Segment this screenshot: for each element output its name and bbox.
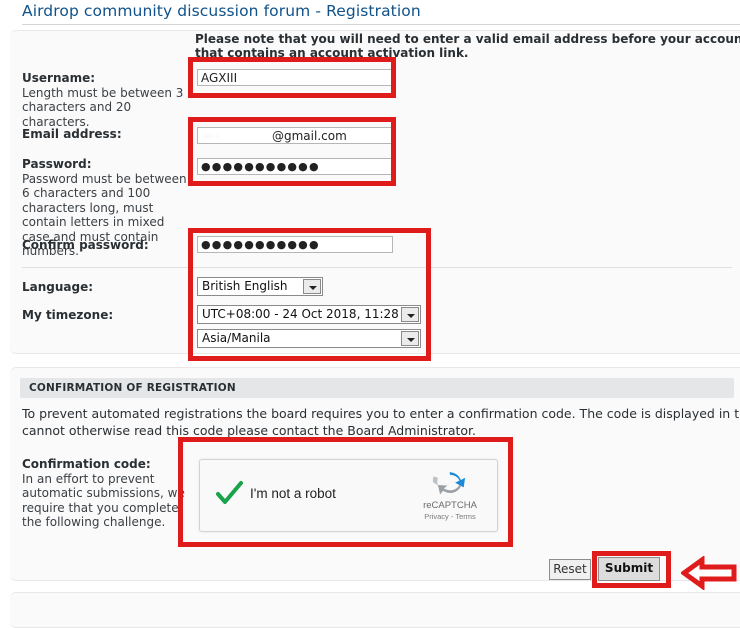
confirm-password-label-block: Confirm password: xyxy=(22,238,190,253)
timezone-label: My timezone: xyxy=(22,308,114,322)
recaptcha-branding: reCAPTCHA Privacy - Terms xyxy=(413,468,487,522)
confirmation-intro-text: To prevent automated registrations the b… xyxy=(22,405,740,439)
username-label: Username: xyxy=(22,71,96,85)
email-label-block: Email address: xyxy=(22,127,190,142)
timezone-offset-select-wrap: UTC+08:00 - 24 Oct 2018, 11:28 xyxy=(197,305,421,324)
recaptcha-label: I'm not a robot xyxy=(250,486,336,501)
username-input-wrap xyxy=(197,69,393,86)
submit-button[interactable]: Submit xyxy=(598,557,660,581)
password-input[interactable] xyxy=(197,158,393,175)
confirmation-intro-line-1: To prevent automated registrations the b… xyxy=(22,406,740,421)
password-label: Password: xyxy=(22,157,92,171)
recaptcha-checkbox-checked-icon[interactable] xyxy=(214,479,244,509)
page-title-wrap: Airdrop community discussion forum - Reg… xyxy=(22,1,740,21)
timezone-name-select[interactable]: Asia/Manila xyxy=(197,329,421,348)
recaptcha-legal-links[interactable]: Privacy - Terms xyxy=(413,512,487,522)
timezone-offset-value: UTC+08:00 - 24 Oct 2018, 11:28 xyxy=(202,307,399,321)
email-local-part-redacted: ··· · xyxy=(203,130,265,143)
fields-divider xyxy=(22,267,732,268)
footer-panel xyxy=(10,592,740,628)
chevron-down-icon xyxy=(401,331,419,346)
email-domain-part: @gmail.com xyxy=(272,129,347,143)
confirmation-code-description: In an effort to prevent automatic submis… xyxy=(22,471,185,530)
username-label-block: Username: Length must be between 3 chara… xyxy=(22,71,190,129)
timezone-label-block: My timezone: xyxy=(22,308,190,323)
chevron-down-icon xyxy=(303,279,321,294)
email-input-wrap: ··· · @gmail.com xyxy=(197,127,393,144)
recaptcha-logo-icon xyxy=(413,468,487,500)
notice-line-2: that contains an account activation link… xyxy=(195,46,469,60)
email-validation-notice: Please note that you will need to enter … xyxy=(195,32,740,60)
title-divider xyxy=(22,24,740,25)
language-select-wrap: British English xyxy=(197,277,323,296)
confirm-password-input[interactable] xyxy=(197,236,393,253)
username-input[interactable] xyxy=(197,69,393,86)
username-description: Length must be between 3 characters and … xyxy=(22,85,184,129)
confirmation-code-label: Confirmation code: xyxy=(22,457,151,471)
registration-page: Airdrop community discussion forum - Reg… xyxy=(0,0,740,628)
language-label-block: Language: xyxy=(22,280,190,295)
language-label: Language: xyxy=(22,280,94,294)
recaptcha-widget[interactable]: I'm not a robot reCAPTCHA Privacy - Term… xyxy=(199,459,498,532)
timezone-name-select-wrap: Asia/Manila xyxy=(197,329,421,348)
timezone-name-value: Asia/Manila xyxy=(202,331,271,345)
email-input[interactable]: ··· · @gmail.com xyxy=(197,127,393,144)
confirm-password-input-wrap xyxy=(197,236,393,253)
language-select[interactable]: British English xyxy=(197,277,323,296)
confirmation-section-header: CONFIRMATION OF REGISTRATION xyxy=(20,378,734,398)
page-title: Airdrop community discussion forum - Reg… xyxy=(22,2,421,20)
timezone-offset-select[interactable]: UTC+08:00 - 24 Oct 2018, 11:28 xyxy=(197,305,421,324)
recaptcha-brand-text: reCAPTCHA xyxy=(423,500,477,511)
chevron-down-icon xyxy=(401,307,419,322)
confirmation-section-title: CONFIRMATION OF REGISTRATION xyxy=(29,382,236,394)
notice-line-1: Please note that you will need to enter … xyxy=(195,32,740,46)
reset-button[interactable]: Reset xyxy=(549,559,591,580)
password-input-wrap xyxy=(197,158,393,175)
email-label: Email address: xyxy=(22,127,122,141)
language-select-value: British English xyxy=(202,279,288,293)
confirmation-code-label-block: Confirmation code: In an effort to preve… xyxy=(22,457,190,530)
confirmation-intro-line-2: cannot otherwise read this code please c… xyxy=(22,423,477,438)
confirm-password-label: Confirm password: xyxy=(22,238,149,252)
